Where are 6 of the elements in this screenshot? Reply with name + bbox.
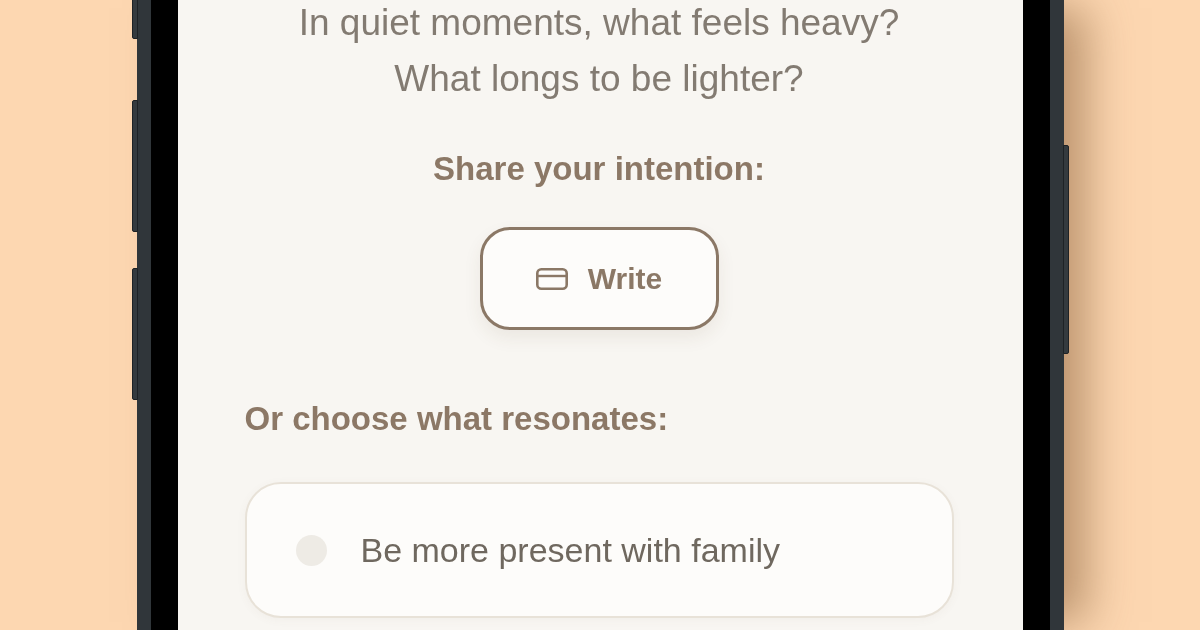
section-heading: Or choose what resonates:	[244, 399, 669, 439]
option-card[interactable]: Be more present with family	[244, 482, 954, 618]
card-icon	[535, 267, 568, 290]
write-button[interactable]: Write	[479, 227, 719, 330]
section-heading: Share your intention:	[433, 149, 765, 189]
prompt-text: In quiet moments, what feels heavy? What longs to be lighter?	[297, 1, 901, 101]
